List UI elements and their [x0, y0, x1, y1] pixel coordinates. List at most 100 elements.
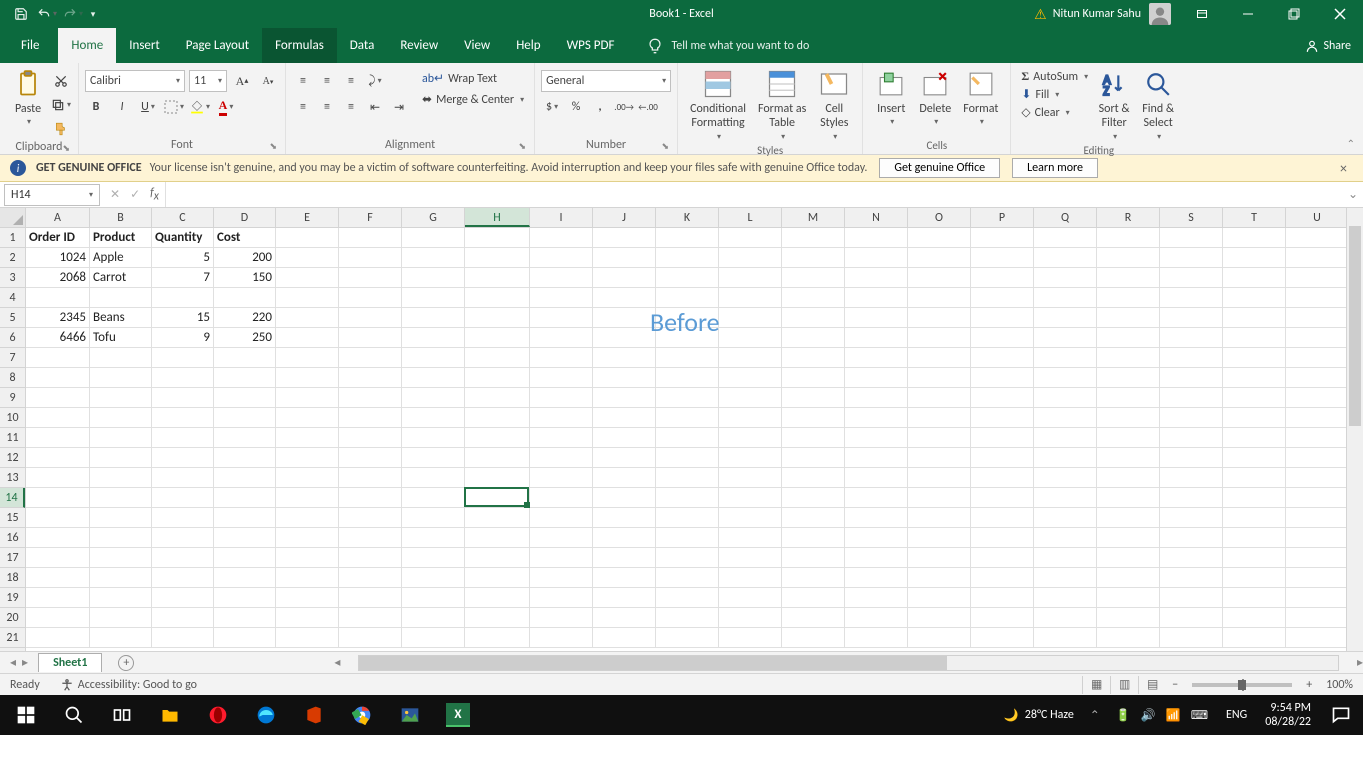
cell-K1[interactable]	[656, 228, 719, 248]
office-button[interactable]	[290, 695, 338, 735]
cell-E12[interactable]	[276, 448, 339, 468]
cell-M6[interactable]	[782, 328, 845, 348]
cell-Q12[interactable]	[1034, 448, 1097, 468]
tab-file[interactable]: File	[8, 28, 52, 63]
cell-B15[interactable]	[90, 508, 152, 528]
fill-button[interactable]: ⬇ Fill ▾	[1017, 86, 1092, 103]
cell-O13[interactable]	[908, 468, 971, 488]
cell-J21[interactable]	[593, 628, 656, 648]
bold-button[interactable]: B	[85, 96, 107, 118]
cell-E21[interactable]	[276, 628, 339, 648]
cell-S18[interactable]	[1160, 568, 1223, 588]
cell-Q20[interactable]	[1034, 608, 1097, 628]
save-button[interactable]	[8, 0, 34, 28]
cell-G2[interactable]	[402, 248, 465, 268]
cell-A8[interactable]	[26, 368, 90, 388]
cell-S11[interactable]	[1160, 428, 1223, 448]
font-name-combo[interactable]: Calibri▾	[85, 70, 185, 92]
cell-F13[interactable]	[339, 468, 402, 488]
cell-O10[interactable]	[908, 408, 971, 428]
cell-D1[interactable]: Cost	[214, 228, 276, 248]
cell-A13[interactable]	[26, 468, 90, 488]
cell-U10[interactable]	[1286, 408, 1349, 428]
cell-T20[interactable]	[1223, 608, 1286, 628]
get-genuine-button[interactable]: Get genuine Office	[879, 158, 1000, 178]
align-right-button[interactable]: ≡	[340, 96, 362, 118]
cell-T2[interactable]	[1223, 248, 1286, 268]
format-painter-button[interactable]	[50, 118, 72, 140]
cell-U3[interactable]	[1286, 268, 1349, 288]
cell-I8[interactable]	[530, 368, 593, 388]
cell-I21[interactable]	[530, 628, 593, 648]
cell-D7[interactable]	[214, 348, 276, 368]
cell-L12[interactable]	[719, 448, 782, 468]
column-header-B[interactable]: B	[90, 208, 152, 227]
cell-T6[interactable]	[1223, 328, 1286, 348]
cell-Q9[interactable]	[1034, 388, 1097, 408]
column-header-F[interactable]: F	[339, 208, 402, 227]
cell-K17[interactable]	[656, 548, 719, 568]
cell-T5[interactable]	[1223, 308, 1286, 328]
cell-I19[interactable]	[530, 588, 593, 608]
cell-O20[interactable]	[908, 608, 971, 628]
cell-D11[interactable]	[214, 428, 276, 448]
cell-H4[interactable]	[465, 288, 530, 308]
tab-review[interactable]: Review	[387, 28, 451, 63]
cell-F20[interactable]	[339, 608, 402, 628]
cell-A15[interactable]	[26, 508, 90, 528]
action-center-button[interactable]	[1321, 695, 1361, 735]
cell-G18[interactable]	[402, 568, 465, 588]
cell-Q21[interactable]	[1034, 628, 1097, 648]
cell-P17[interactable]	[971, 548, 1034, 568]
clear-button[interactable]: ◇ Clear ▾	[1017, 104, 1092, 121]
cell-M5[interactable]	[782, 308, 845, 328]
wrap-text-button[interactable]: ab↵ Wrap Text	[418, 70, 528, 87]
cell-B21[interactable]	[90, 628, 152, 648]
cell-A10[interactable]	[26, 408, 90, 428]
cell-G19[interactable]	[402, 588, 465, 608]
undo-button[interactable]: ▾	[34, 0, 60, 28]
cell-F4[interactable]	[339, 288, 402, 308]
row-header-7[interactable]: 7	[0, 348, 25, 368]
cell-G20[interactable]	[402, 608, 465, 628]
expand-formula-bar-button[interactable]: ⌄	[1343, 187, 1363, 202]
user-account[interactable]: ⚠ Nitun Kumar Sahu	[1026, 3, 1179, 25]
cell-L6[interactable]	[719, 328, 782, 348]
cell-E20[interactable]	[276, 608, 339, 628]
cell-M13[interactable]	[782, 468, 845, 488]
cell-K10[interactable]	[656, 408, 719, 428]
cell-H11[interactable]	[465, 428, 530, 448]
cell-P16[interactable]	[971, 528, 1034, 548]
cell-H13[interactable]	[465, 468, 530, 488]
column-header-P[interactable]: P	[971, 208, 1034, 227]
cell-S12[interactable]	[1160, 448, 1223, 468]
column-header-A[interactable]: A	[26, 208, 90, 227]
cell-F6[interactable]	[339, 328, 402, 348]
cell-C4[interactable]	[152, 288, 214, 308]
cell-P13[interactable]	[971, 468, 1034, 488]
cell-N11[interactable]	[845, 428, 908, 448]
cell-L4[interactable]	[719, 288, 782, 308]
cell-N17[interactable]	[845, 548, 908, 568]
cell-M17[interactable]	[782, 548, 845, 568]
row-header-5[interactable]: 5	[0, 308, 25, 328]
cell-J6[interactable]	[593, 328, 656, 348]
cell-F18[interactable]	[339, 568, 402, 588]
cell-U16[interactable]	[1286, 528, 1349, 548]
cell-P19[interactable]	[971, 588, 1034, 608]
cell-G3[interactable]	[402, 268, 465, 288]
share-button[interactable]: Share	[1305, 28, 1351, 63]
cell-U13[interactable]	[1286, 468, 1349, 488]
cell-I10[interactable]	[530, 408, 593, 428]
cell-O18[interactable]	[908, 568, 971, 588]
row-header-9[interactable]: 9	[0, 388, 25, 408]
cell-Q16[interactable]	[1034, 528, 1097, 548]
cell-J4[interactable]	[593, 288, 656, 308]
cell-H7[interactable]	[465, 348, 530, 368]
start-button[interactable]	[2, 695, 50, 735]
cell-B1[interactable]: Product	[90, 228, 152, 248]
customize-qat-button[interactable]: ▾	[86, 0, 100, 28]
row-header-21[interactable]: 21	[0, 628, 25, 648]
cut-button[interactable]	[50, 70, 72, 92]
cell-E19[interactable]	[276, 588, 339, 608]
